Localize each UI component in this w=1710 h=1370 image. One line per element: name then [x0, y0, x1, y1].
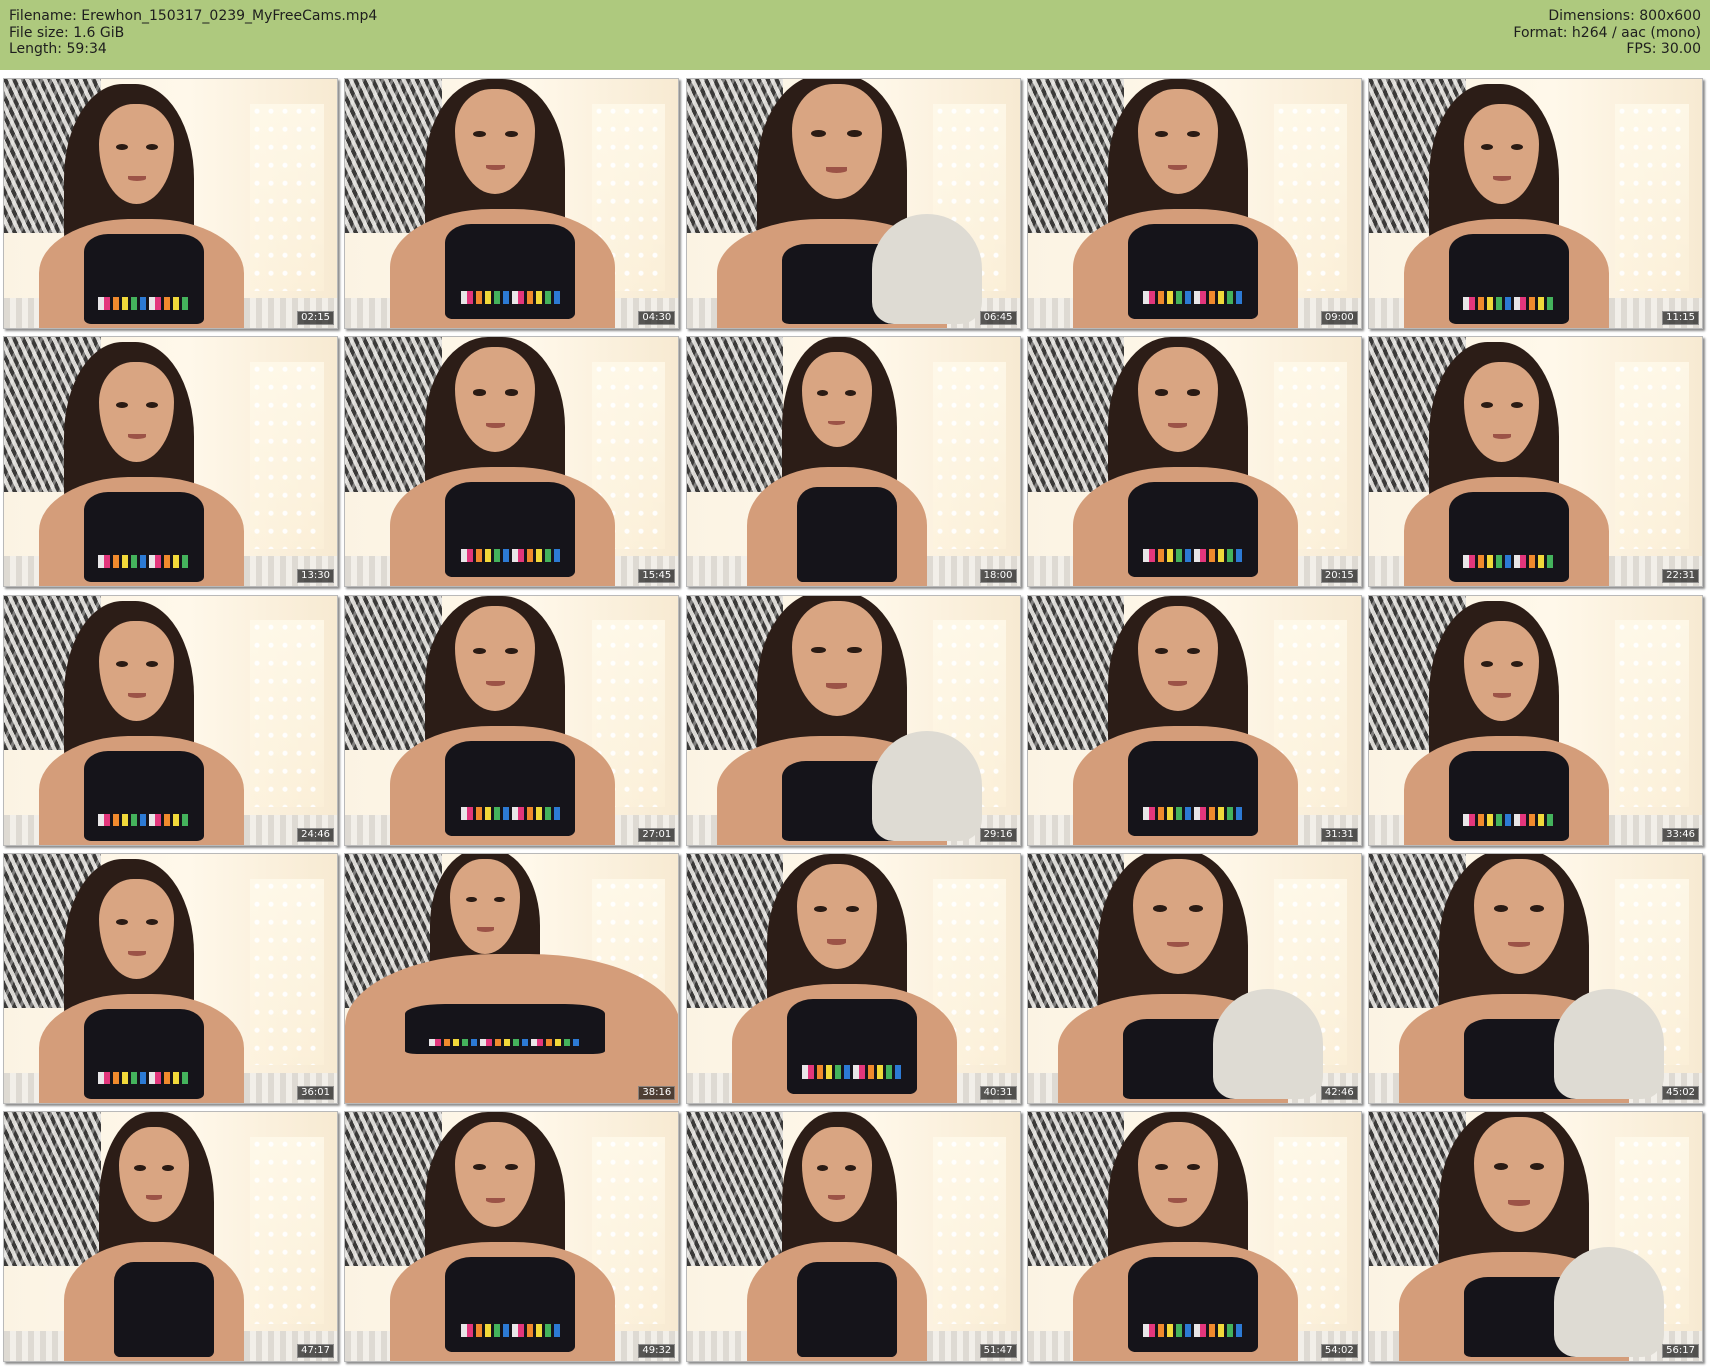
video-thumbnail: 18:00 [685, 336, 1021, 588]
timestamp-label: 54:02 [1320, 1344, 1358, 1358]
video-thumbnail: 42:46 [1026, 852, 1362, 1104]
timestamp-label: 27:01 [638, 827, 676, 842]
timestamp-label: 40:31 [979, 1085, 1017, 1100]
timestamp-label: 02:15 [297, 311, 334, 325]
thumbnail-frame [686, 595, 1020, 845]
video-thumbnail: 09:00 [1026, 78, 1362, 329]
thumbnail-frame [4, 79, 337, 328]
video-thumbnail: 40:31 [685, 852, 1021, 1104]
timestamp-label: 11:15 [1662, 311, 1699, 325]
thumbnail-frame [4, 337, 337, 587]
timestamp-label: 13:30 [297, 569, 334, 584]
timestamp-label: 15:45 [638, 569, 676, 584]
timestamp-label: 49:32 [638, 1344, 676, 1358]
thumbnail-frame [686, 1112, 1020, 1361]
thumbnail-frame [1369, 1112, 1702, 1361]
thumbnail-frame [4, 1112, 337, 1361]
video-thumbnail: 02:15 [3, 78, 338, 329]
thumbnail-frame [345, 595, 679, 845]
timestamp-label: 33:46 [1662, 827, 1699, 842]
video-thumbnail: 04:30 [344, 78, 680, 329]
timestamp-label: 56:17 [1662, 1344, 1699, 1358]
thumbnail-frame [1027, 79, 1361, 328]
timestamp-label: 45:02 [1662, 1085, 1699, 1100]
timestamp-label: 31:31 [1320, 827, 1358, 842]
timestamp-label: 38:16 [638, 1085, 676, 1100]
thumbnail-frame [1027, 595, 1361, 845]
thumbnail-grid: 02:15 04:30 06:45 09:00 11:15 13:30 15:45 18:00… [3, 78, 1707, 1366]
timestamp-label: 24:46 [297, 827, 334, 842]
thumbnail-frame [1369, 79, 1702, 328]
video-thumbnail: 47:17 [3, 1111, 338, 1362]
filename-text: Filename: Erewhon_150317_0239_MyFreeCams… [9, 8, 378, 24]
video-thumbnail: 36:01 [3, 852, 338, 1104]
video-thumbnail: 22:31 [1368, 336, 1703, 588]
video-thumbnail: 45:02 [1368, 852, 1703, 1104]
video-thumbnail: 24:46 [3, 594, 338, 846]
file-size-text: File size: 1.6 GiB [9, 24, 125, 41]
video-thumbnail: 29:16 [685, 594, 1021, 846]
video-thumbnail: 06:45 [685, 78, 1021, 329]
format-text: Format: h264 / aac (mono) [1513, 24, 1701, 41]
timestamp-label: 06:45 [979, 311, 1017, 325]
thumbnail-frame [345, 79, 679, 328]
timestamp-label: 29:16 [979, 827, 1017, 842]
video-thumbnail: 13:30 [3, 336, 338, 588]
video-thumbnail: 51:47 [685, 1111, 1021, 1362]
video-thumbnail: 56:17 [1368, 1111, 1703, 1362]
timestamp-label: 47:17 [297, 1344, 334, 1358]
video-thumbnail: 31:31 [1026, 594, 1362, 846]
file-info: Filename: Erewhon_150317_0239_MyFreeCams… [9, 8, 377, 58]
video-thumbnail: 11:15 [1368, 78, 1703, 329]
thumbnail-frame [1369, 595, 1702, 845]
length-text: Length: 59:34 [9, 41, 107, 57]
timestamp-label: 42:46 [1320, 1085, 1358, 1100]
thumbnail-frame [1027, 337, 1361, 587]
thumbnail-frame [345, 1112, 679, 1361]
thumbnail-frame [4, 853, 337, 1103]
timestamp-label: 18:00 [979, 569, 1017, 584]
thumbnail-frame [1027, 1112, 1361, 1361]
video-thumbnail: 49:32 [344, 1111, 680, 1362]
fps-text: FPS: 30.00 [1626, 41, 1701, 57]
video-thumbnail: 20:15 [1026, 336, 1362, 588]
video-info: Dimensions: 800x600 Format: h264 / aac (… [1513, 8, 1701, 58]
thumbnail-frame [345, 853, 679, 1103]
thumbnail-frame [1369, 337, 1702, 587]
dimensions-text: Dimensions: 800x600 [1548, 8, 1701, 24]
video-thumbnail: 38:16 [344, 852, 680, 1104]
timestamp-label: 04:30 [638, 311, 676, 325]
video-thumbnail: 33:46 [1368, 594, 1703, 846]
info-header: Filename: Erewhon_150317_0239_MyFreeCams… [0, 0, 1710, 70]
timestamp-label: 09:00 [1320, 311, 1358, 325]
thumbnail-frame [686, 79, 1020, 328]
thumbnail-frame [4, 595, 337, 845]
timestamp-label: 22:31 [1662, 569, 1699, 584]
video-thumbnail: 54:02 [1026, 1111, 1362, 1362]
thumbnail-frame [686, 853, 1020, 1103]
video-thumbnail: 27:01 [344, 594, 680, 846]
timestamp-label: 36:01 [297, 1085, 334, 1100]
thumbnail-frame [686, 337, 1020, 587]
timestamp-label: 51:47 [979, 1344, 1017, 1358]
timestamp-label: 20:15 [1320, 569, 1358, 584]
thumbnail-frame [345, 337, 679, 587]
video-thumbnail: 15:45 [344, 336, 680, 588]
thumbnail-frame [1369, 853, 1702, 1103]
thumbnail-frame [1027, 853, 1361, 1103]
